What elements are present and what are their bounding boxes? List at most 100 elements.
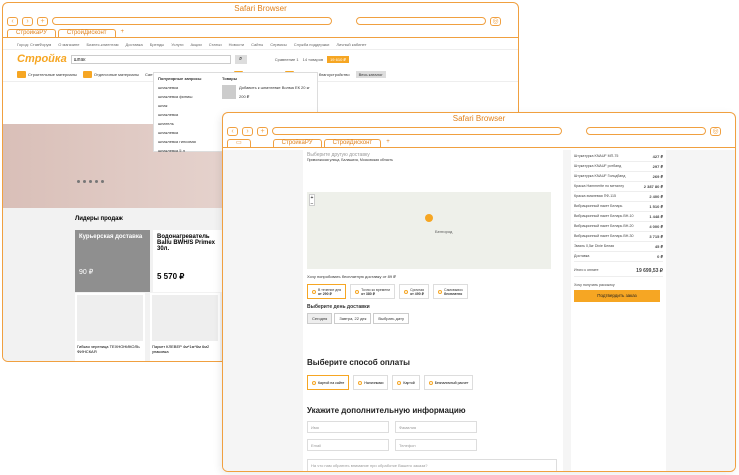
promo-card-heater[interactable]: Водонагреватель Ballu BWH/S Primex 30л. … <box>153 230 223 292</box>
top-nav: Город: СтавФорум О магазине Бизнес-клиен… <box>3 40 518 50</box>
leaders-title: Лидеры продаж <box>75 216 123 222</box>
address-bar[interactable] <box>52 17 332 25</box>
option-pickup[interactable]: Самовывоз бесплатно <box>433 284 468 299</box>
option-day[interactable]: В течение дня от 290 ₽ <box>307 284 347 299</box>
dd-item[interactable]: шпаклевка гипсовая <box>158 139 218 144</box>
nav-business[interactable]: Бизнес-клиентам <box>86 42 118 47</box>
tab-bar: СтройкаРУ СтройДисконт + <box>3 28 518 38</box>
toolbar: ‹ › + ◎ <box>223 124 735 138</box>
bricks-icon <box>17 71 26 78</box>
cat-finishing[interactable]: Отделочные материалы <box>82 71 139 78</box>
tab-stroyka[interactable]: СтройкаРУ <box>7 29 56 37</box>
address-bar[interactable] <box>272 127 562 135</box>
option-urgent[interactable]: Срочная от 490 ₽ <box>399 284 430 299</box>
search-bar[interactable] <box>586 127 706 135</box>
nav-brands[interactable]: Бренды <box>150 42 165 47</box>
dd-item[interactable]: шпаклевка 5 л <box>158 148 218 153</box>
consent-checkbox[interactable]: Хочу получать рассылку <box>574 283 663 287</box>
free-delivery-checkbox[interactable]: Хочу попробовать бесплатную доставку от … <box>307 274 557 279</box>
dd-product[interactable]: Добавить к шпатлевке Волма ЕК 20 кг 200 ₽ <box>222 85 316 107</box>
payment-title: Выберите способ оплаты <box>307 358 410 367</box>
option-time[interactable]: Точно ко времени от 380 ₽ <box>350 284 396 299</box>
carousel-dots[interactable] <box>77 180 104 183</box>
back-button[interactable]: ‹ <box>227 126 238 136</box>
dd-head-queries: Популярные запросы <box>158 76 202 81</box>
cart-total[interactable]: 19 610 ₽ <box>327 55 349 63</box>
dd-item[interactable]: шпаклевка финиш <box>158 94 218 99</box>
search-input[interactable]: шпак <box>70 54 231 64</box>
menu-icon[interactable]: ◎ <box>710 126 721 136</box>
promo-card-delivery[interactable]: Курьерская доставка 90 ₽ <box>75 230 150 292</box>
dd-item[interactable]: шпаклевка <box>158 130 218 135</box>
cart-link[interactable]: 14 товаров <box>303 57 323 62</box>
nav-services[interactable]: Услуги <box>171 42 183 47</box>
map-pin-icon[interactable] <box>425 214 433 222</box>
nav-news[interactable]: Новости <box>229 42 244 47</box>
nav-sales[interactable]: Акции <box>191 42 202 47</box>
tab-add[interactable]: + <box>383 139 393 147</box>
payment-options: Картой на сайте Наличными Картой Безнали… <box>307 375 563 390</box>
product-image <box>77 295 143 341</box>
delivery-options: В течение дня от 290 ₽ Точно ко времени от… <box>307 284 557 299</box>
choose-day-label: Выберите день доставки <box>307 304 370 310</box>
search-icon[interactable]: ⌕ <box>234 54 247 64</box>
cat-building[interactable]: Строительные материалы <box>17 71 77 78</box>
window-title: Safari Browser <box>452 114 506 123</box>
dd-item[interactable]: шпатель <box>158 121 218 126</box>
product-card[interactable]: Паркет КЛЕВЕР 4м*1м*6м 6м2 упаковка <box>150 293 220 361</box>
dd-item[interactable]: шпаклевка <box>158 85 218 90</box>
pay-cash[interactable]: Наличными <box>353 375 389 390</box>
product-card[interactable]: Гибкая черепица ТЕХНОНИКОЛЬ ФИНСКАЯ <box>75 293 145 361</box>
dd-item[interactable]: шпаклевка <box>158 112 218 117</box>
day-tomorrow[interactable]: Завтра, 22 дек <box>334 313 372 324</box>
compare-link[interactable]: Сравнение 1 <box>275 57 299 62</box>
delivery-map[interactable]: + − Белгород <box>307 192 551 269</box>
tab-discount[interactable]: СтройДисконт <box>57 29 116 37</box>
nav-sites[interactable]: Cайты <box>251 42 263 47</box>
site-header: Стройка шпак ⌕ Сравнение 1 14 товаров 19… <box>3 50 518 68</box>
dd-item[interactable]: шпак <box>158 103 218 108</box>
map-city-label: Белгород <box>435 229 453 234</box>
new-tab-button[interactable]: + <box>37 16 48 26</box>
tab-stroyka[interactable]: СтройкаРУ <box>272 139 322 147</box>
total-value: 19 699,53 ₽ <box>636 268 663 274</box>
phone-field[interactable]: Телефон <box>395 439 477 451</box>
delivery-address: Приволжская улица, Балашиха, Московская … <box>307 158 393 162</box>
nav-about[interactable]: О магазине <box>58 42 79 47</box>
nav-tools[interactable]: Сервисы <box>270 42 287 47</box>
forward-button[interactable]: › <box>242 126 253 136</box>
comment-field[interactable]: На что нам обратить внимание при обработ… <box>307 459 557 471</box>
back-button[interactable]: ‹ <box>7 16 18 26</box>
pay-card-online[interactable]: Картой на сайте <box>307 375 350 390</box>
email-field[interactable]: Email <box>307 439 389 451</box>
cat-all[interactable]: Весь каталог <box>355 71 386 78</box>
last-name-field[interactable]: Фамилия <box>395 421 477 433</box>
nav-account[interactable]: Личный кабинет <box>336 42 366 47</box>
forward-button[interactable]: › <box>22 16 33 26</box>
tab-discount[interactable]: СтройДисконт <box>323 139 382 147</box>
tab-add[interactable]: + <box>118 29 128 37</box>
tab-bar: ▭ СтройкаРУ СтройДисконт + <box>223 138 735 148</box>
total-label: Итого к оплате <box>574 268 599 272</box>
logo[interactable]: Стройка <box>17 53 67 65</box>
order-summary: Штукатурка KNAUF МП-75 427 ₽ Штукатурка K… <box>571 150 666 471</box>
zoom-controls[interactable]: + − <box>309 194 315 207</box>
bookmarks-icon[interactable]: ▭ <box>227 139 251 147</box>
nav-articles[interactable]: Статьи <box>209 42 222 47</box>
search-bar[interactable] <box>356 17 486 25</box>
paint-icon <box>82 71 92 78</box>
menu-icon[interactable]: ◎ <box>490 16 501 26</box>
form-section: Выберите способ оплаты Картой на сайте Н… <box>303 354 563 471</box>
confirm-order-button[interactable]: Подтвердить заказ <box>574 290 660 302</box>
browser-window-front: Safari Browser ‹ › + ◎ ▭ СтройкаРУ Строй… <box>222 112 736 472</box>
new-tab-button[interactable]: + <box>257 126 268 136</box>
pay-cashless[interactable]: Безналичный расчет <box>423 375 474 390</box>
pay-card[interactable]: Картой <box>392 375 420 390</box>
first-name-field[interactable]: Имя <box>307 421 389 433</box>
nav-city[interactable]: Город: СтавФорум <box>17 42 51 47</box>
product-thumb <box>222 85 236 99</box>
nav-delivery[interactable]: Доставка <box>126 42 143 47</box>
nav-support[interactable]: Служба поддержки <box>294 42 330 47</box>
day-today[interactable]: Сегодня <box>307 313 333 324</box>
day-pick[interactable]: Выбрать дату <box>373 313 409 324</box>
